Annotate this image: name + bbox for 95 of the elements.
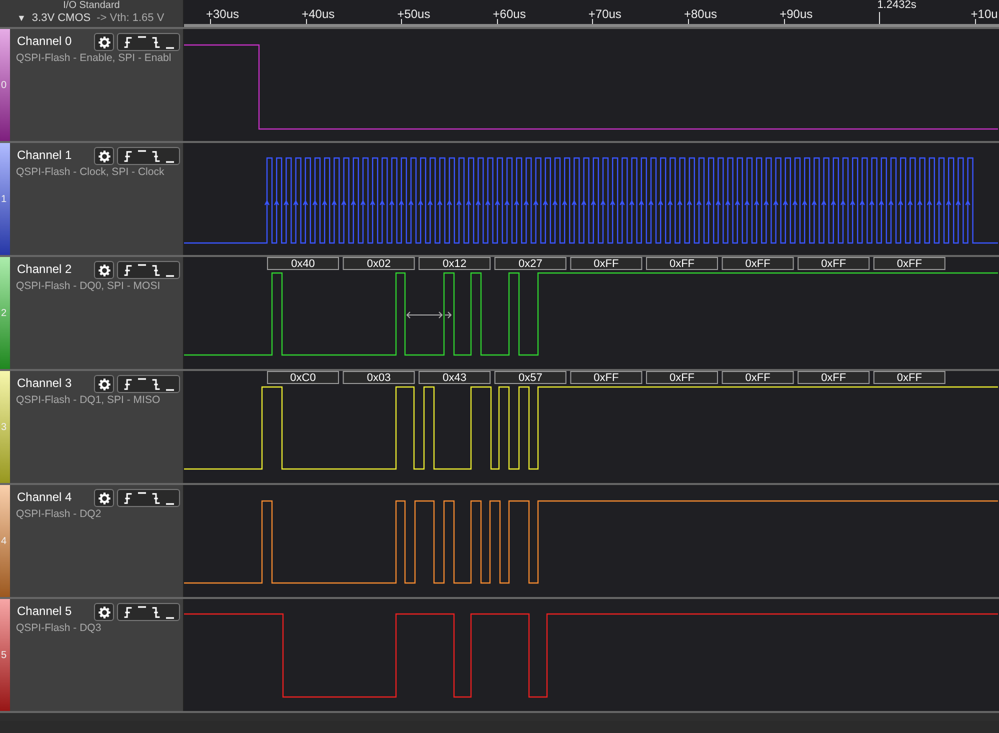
decoded-byte-label: 0xFF [798,257,870,270]
decoded-byte-label: 0xFF [646,257,718,270]
channel-name: Channel 5 [17,603,72,619]
falling-edge-trigger-button[interactable] [151,150,162,162]
settings-icon [98,36,110,48]
falling-edge-icon [151,492,162,504]
settings-icon [98,606,110,618]
channel-description: QSPI-Flash - Enable, SPI - Enabl [16,51,172,65]
channel-number: 1 [1,192,7,206]
falling-edge-trigger-button[interactable] [151,36,162,48]
falling-edge-icon [151,264,162,276]
falling-edge-icon [151,150,162,162]
tick-mark [592,19,594,24]
decoded-byte-label: 0xFF [722,257,794,270]
falling-edge-trigger-button[interactable] [151,606,162,618]
falling-edge-icon [151,606,162,618]
expand-toggle[interactable]: ▼ [17,11,26,26]
settings-button[interactable] [94,489,114,507]
settings-button[interactable] [94,261,114,279]
rising-edge-icon [122,492,133,504]
tick-mark [688,19,689,24]
time-label: +50us [397,7,430,21]
tick-mark [306,19,307,24]
io-standard-label: I/O Standard [62,0,121,11]
time-label: +90us [780,7,813,21]
rising-edge-trigger-button[interactable] [122,606,133,618]
decoded-byte-label: 0xFF [722,371,794,384]
channel-description: QSPI-Flash - DQ3 [16,621,102,635]
time-label: +10u [970,7,998,21]
channel-name: Channel 3 [17,375,72,391]
decoded-byte-label: 0xFF [570,371,642,384]
channel-name: Channel 1 [17,147,72,163]
settings-button[interactable] [94,33,114,51]
time-label: +70us [588,7,622,21]
tick-mark [974,19,976,24]
settings-icon [98,150,110,162]
tick-mark [879,12,880,24]
channel-description: QSPI-Flash - Clock, SPI - Clock [16,165,166,179]
rising-edge-trigger-button[interactable] [122,492,133,504]
falling-edge-trigger-button[interactable] [151,492,162,504]
tick-mark [401,19,402,24]
decoded-byte-label: 0xFF [873,371,946,384]
channel-number: 2 [1,306,7,320]
channel-number: 5 [1,648,7,662]
channel-name: Channel 0 [17,33,72,49]
settings-button[interactable] [94,147,114,165]
time-label: +40us [302,7,335,21]
channel-name: Channel 2 [17,261,72,277]
decoded-byte-label: 0x27 [494,257,566,270]
decoded-byte-label: 0x03 [342,371,415,384]
settings-icon [98,492,110,504]
tick-mark [784,19,785,24]
settings-icon [98,378,110,390]
channel-number: 3 [1,420,7,434]
channel-description: QSPI-Flash - DQ1, SPI - MISO [16,393,162,407]
decoded-byte-label: 0x02 [342,257,415,270]
falling-edge-icon [151,378,162,390]
rising-edge-trigger-button[interactable] [122,36,133,48]
decoded-byte-label: 0x57 [494,371,566,384]
decoded-byte-label: 0x40 [267,257,339,270]
decoded-byte-label: 0xFF [873,257,946,270]
time-label: +60us [492,7,526,21]
tick-mark [210,19,211,24]
rising-edge-trigger-button[interactable] [122,378,133,390]
channel-number: 4 [1,534,7,548]
falling-edge-trigger-button[interactable] [151,378,162,390]
time-label: +80us [684,7,718,21]
time-label: +30us [206,7,240,21]
channel-description: QSPI-Flash - DQ0, SPI - MOSI [16,279,162,293]
decoded-byte-label: 0x12 [418,257,491,270]
falling-edge-icon [151,36,162,48]
rising-edge-icon [122,378,133,390]
decoded-byte-label: 0x43 [418,371,491,384]
rising-edge-icon [122,150,133,162]
rising-edge-icon [122,36,133,48]
rising-edge-trigger-button[interactable] [122,264,133,276]
decoded-byte-label: 0xC0 [267,371,339,384]
decoded-byte-label: 0xFF [646,371,718,384]
rising-edge-icon [122,606,133,618]
settings-button[interactable] [94,603,114,621]
rising-edge-trigger-button[interactable] [122,150,133,162]
measurement-arrow [406,312,452,318]
tick-mark [496,19,498,24]
decoded-byte-label: 0xFF [570,257,642,270]
decoded-byte-label: 0xFF [798,371,870,384]
settings-button[interactable] [94,375,114,393]
settings-icon [98,264,110,276]
channel-name: Channel 4 [17,489,72,505]
io-standard-value[interactable]: 3.3V CMOS [32,11,91,26]
rising-edge-icon [122,264,133,276]
channel-description: QSPI-Flash - DQ2 [16,507,102,521]
falling-edge-trigger-button[interactable] [151,264,162,276]
channel-number: 0 [1,78,7,92]
time-label: 1.2432s [877,0,916,11]
threshold-label: -> Vth: 1.65 V [96,11,164,26]
